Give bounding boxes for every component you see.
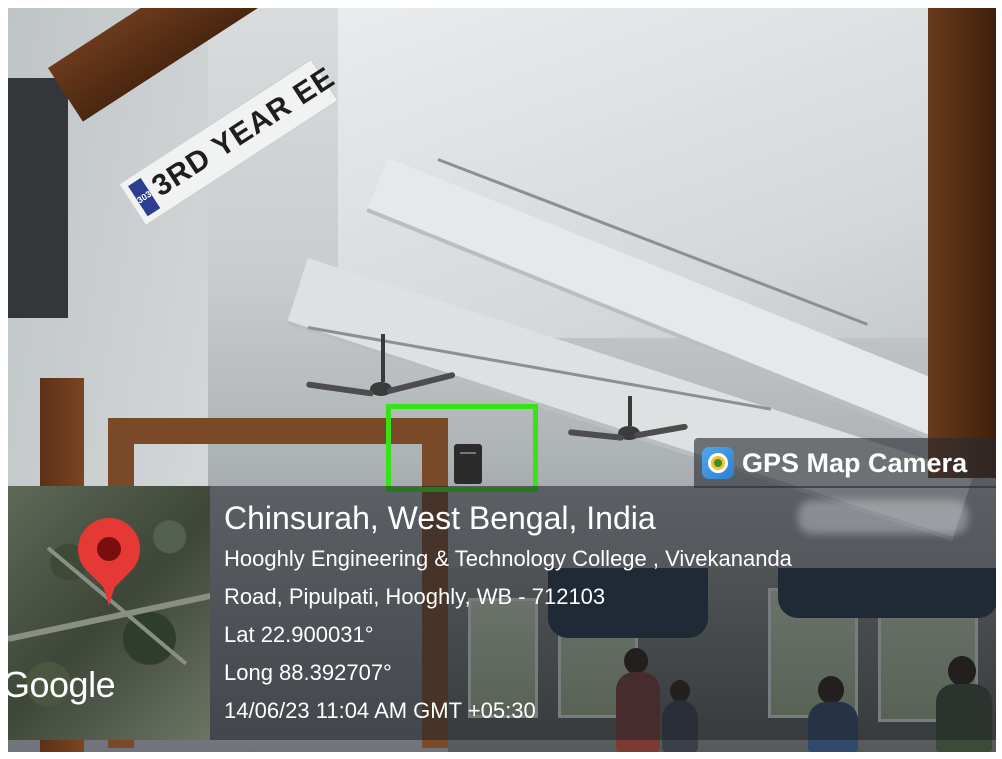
gps-badge-title: GPS Map Camera [742, 447, 968, 478]
blurred-region [798, 500, 968, 534]
ceiling-fan-left [305, 334, 456, 414]
location-details: Chinsurah, West Bengal, India Hooghly En… [224, 496, 792, 730]
timestamp-text: 14/06/23 11:04 AM GMT +05:30 [224, 698, 536, 723]
latitude-text: Lat 22.900031° [224, 622, 374, 647]
door-frame-right [928, 8, 996, 478]
dark-corner [8, 78, 68, 318]
google-logo: Google [8, 664, 116, 705]
gps-map-camera-icon [702, 447, 734, 479]
map-thumbnail: Google [8, 486, 210, 740]
gps-map-camera-badge: GPS Map Camera [694, 438, 996, 488]
location-title: Chinsurah, West Bengal, India [224, 500, 656, 536]
highlight-box [386, 404, 538, 492]
address-line-2: Road, Pipulpati, Hooghly, WB - 712103 [224, 584, 606, 609]
ceiling-fan-right [567, 396, 689, 456]
longitude-text: Long 88.392707° [224, 660, 392, 685]
address-line-1: Hooghly Engineering & Technology College… [224, 546, 792, 571]
